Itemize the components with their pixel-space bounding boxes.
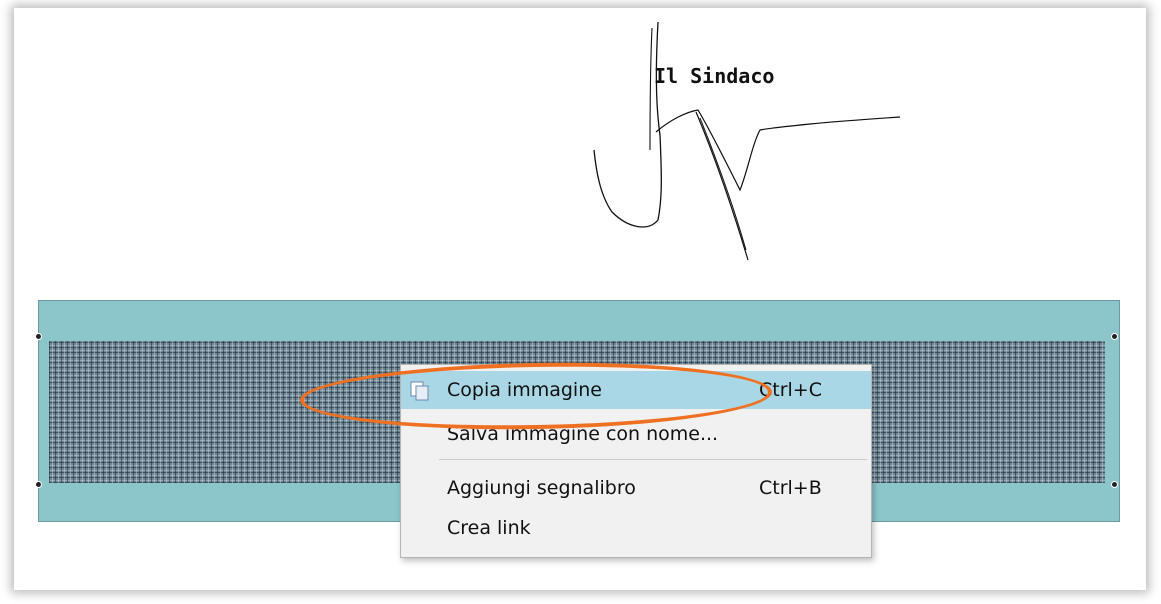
handle-icon[interactable] xyxy=(35,481,42,488)
menu-item-label: Aggiungi segnalibro xyxy=(447,477,636,499)
menu-item-shortcut: Ctrl+B xyxy=(759,477,822,499)
menu-item-add-bookmark[interactable]: Aggiungi segnalibro Ctrl+B xyxy=(401,469,871,507)
handle-icon[interactable] xyxy=(35,333,42,340)
menu-item-create-link[interactable]: Crea link xyxy=(401,509,871,547)
handle-icon[interactable] xyxy=(1111,481,1118,488)
handle-icon[interactable] xyxy=(1111,333,1118,340)
menu-item-label: Crea link xyxy=(447,517,531,539)
menu-separator xyxy=(439,459,867,460)
